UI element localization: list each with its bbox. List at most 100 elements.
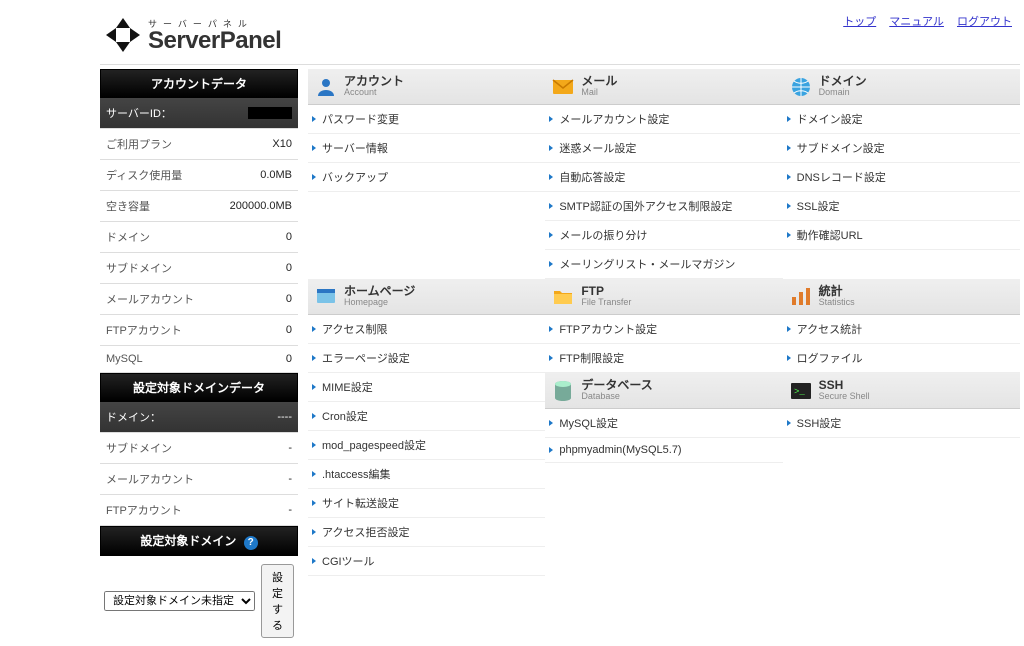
domain-icon: [789, 75, 813, 99]
t-ftp-label: FTPアカウント: [106, 502, 182, 518]
mail-count-value: 0: [286, 293, 292, 305]
ftp-list: FTPアカウント設定FTP制限設定: [545, 315, 782, 373]
menu-item[interactable]: Cron設定: [308, 402, 545, 431]
plan-label: ご利用プラン: [106, 136, 172, 152]
domain-list: ドメイン設定サブドメイン設定DNSレコード設定SSL設定動作確認URL: [783, 105, 1020, 250]
mysql-count-label: MySQL: [106, 353, 143, 365]
category-stats: 統計 Statistics アクセス統計ログファイル: [783, 279, 1020, 373]
menu-item[interactable]: アクセス統計: [783, 315, 1020, 344]
category-homepage: ホームページ Homepage アクセス制限エラーページ設定MIME設定Cron…: [308, 279, 545, 576]
target-domain-data-title: 設定対象ドメインデータ: [100, 373, 298, 402]
db-list: MySQL設定phpmyadmin(MySQL5.7): [545, 409, 782, 463]
menu-item[interactable]: エラーページ設定: [308, 344, 545, 373]
account-list: パスワード変更サーバー情報バックアップ: [308, 105, 545, 192]
ftp-header: FTP File Transfer: [545, 279, 782, 315]
t-ftp-row: FTPアカウント -: [100, 495, 298, 526]
menu-item[interactable]: MIME設定: [308, 373, 545, 402]
menu-item[interactable]: 迷惑メール設定: [545, 134, 782, 163]
domain-header: ドメイン Domain: [783, 69, 1020, 105]
menu-item[interactable]: パスワード変更: [308, 105, 545, 134]
main: アカウント Account パスワード変更サーバー情報バックアップ メール Ma…: [298, 69, 1020, 646]
ftp-count-row: FTPアカウント 0: [100, 315, 298, 346]
stats-icon: [789, 285, 813, 309]
subdomain-count-row: サブドメイン 0: [100, 253, 298, 284]
menu-item[interactable]: .htaccess編集: [308, 460, 545, 489]
menu-item[interactable]: FTP制限設定: [545, 344, 782, 373]
domain-count-value: 0: [286, 231, 292, 243]
target-domain-row: ドメイン： ----: [100, 402, 298, 433]
ftp-count-label: FTPアカウント: [106, 322, 182, 338]
select-domain-title-text: 設定対象ドメイン: [140, 534, 236, 548]
account-header: アカウント Account: [308, 69, 545, 105]
server-id-row: サーバーID：: [100, 98, 298, 129]
menu-item[interactable]: phpmyadmin(MySQL5.7): [545, 438, 782, 463]
ftp-icon: [551, 285, 575, 309]
t-sub-value: -: [288, 442, 292, 454]
stats-header: 統計 Statistics: [783, 279, 1020, 315]
menu-item[interactable]: MySQL設定: [545, 409, 782, 438]
menu-item[interactable]: サブドメイン設定: [783, 134, 1020, 163]
category-account: アカウント Account パスワード変更サーバー情報バックアップ: [308, 69, 545, 279]
menu-item[interactable]: CGIツール: [308, 547, 545, 576]
free-row: 空き容量 200000.0MB: [100, 191, 298, 222]
homepage-list: アクセス制限エラーページ設定MIME設定Cron設定mod_pagespeed設…: [308, 315, 545, 576]
logo-title: ServerPanel: [148, 29, 281, 53]
domain-select[interactable]: 設定対象ドメイン未指定: [104, 591, 255, 611]
menu-item[interactable]: アクセス制限: [308, 315, 545, 344]
menu-item[interactable]: メールの振り分け: [545, 221, 782, 250]
menu-item[interactable]: サイト転送設定: [308, 489, 545, 518]
plan-value: X10: [272, 138, 292, 150]
set-domain-button[interactable]: 設定する: [261, 564, 294, 638]
link-logout[interactable]: ログアウト: [957, 16, 1012, 28]
db-sub: Database: [581, 392, 652, 402]
logo-icon: [104, 16, 142, 57]
menu-item[interactable]: 自動応答設定: [545, 163, 782, 192]
menu-item[interactable]: アクセス拒否設定: [308, 518, 545, 547]
menu-item[interactable]: SMTP認証の国外アクセス制限設定: [545, 192, 782, 221]
ftp-sub: File Transfer: [581, 298, 631, 308]
disk-label: ディスク使用量: [106, 167, 182, 183]
t-sub-label: サブドメイン: [106, 440, 172, 456]
menu-item[interactable]: DNSレコード設定: [783, 163, 1020, 192]
account-data-title: アカウントデータ: [100, 69, 298, 98]
ssh-header: >_ SSH Secure Shell: [783, 373, 1020, 409]
subdomain-count-value: 0: [286, 262, 292, 274]
free-label: 空き容量: [106, 198, 150, 214]
link-manual[interactable]: マニュアル: [889, 16, 944, 28]
help-icon[interactable]: ?: [244, 536, 258, 550]
ftp-count-value: 0: [286, 324, 292, 336]
menu-item[interactable]: ドメイン設定: [783, 105, 1020, 134]
menu-item[interactable]: FTPアカウント設定: [545, 315, 782, 344]
domain-count-label: ドメイン: [106, 229, 150, 245]
db-header: データベース Database: [545, 373, 782, 409]
menu-item[interactable]: SSL設定: [783, 192, 1020, 221]
mail-sub: Mail: [581, 88, 617, 98]
menu-item[interactable]: ログファイル: [783, 344, 1020, 373]
homepage-icon: [314, 285, 338, 309]
mail-list: メールアカウント設定迷惑メール設定自動応答設定SMTP認証の国外アクセス制限設定…: [545, 105, 782, 279]
menu-item[interactable]: SSH設定: [783, 409, 1020, 438]
mysql-count-value: 0: [286, 353, 292, 365]
stats-sub: Statistics: [819, 298, 855, 308]
link-top[interactable]: トップ: [843, 16, 876, 28]
domain-count-row: ドメイン 0: [100, 222, 298, 253]
target-domain-label: ドメイン：: [106, 409, 161, 425]
menu-item[interactable]: 動作確認URL: [783, 221, 1020, 250]
subdomain-count-label: サブドメイン: [106, 260, 172, 276]
menu-item[interactable]: バックアップ: [308, 163, 545, 192]
menu-item[interactable]: mod_pagespeed設定: [308, 431, 545, 460]
disk-row: ディスク使用量 0.0MB: [100, 160, 298, 191]
menu-item[interactable]: メールアカウント設定: [545, 105, 782, 134]
plan-row: ご利用プラン X10: [100, 129, 298, 160]
domain-sub: Domain: [819, 88, 867, 98]
svg-text:>_: >_: [794, 387, 805, 397]
sidebar: アカウントデータ サーバーID： ご利用プラン X10 ディスク使用量 0.0M…: [100, 69, 298, 646]
category-ftp: FTP File Transfer FTPアカウント設定FTP制限設定: [545, 279, 782, 373]
menu-item[interactable]: サーバー情報: [308, 134, 545, 163]
top-links: トップ マニュアル ログアウト: [833, 13, 1012, 29]
menu-item[interactable]: メーリングリスト・メールマガジン: [545, 250, 782, 279]
homepage-header: ホームページ Homepage: [308, 279, 545, 315]
category-domain: ドメイン Domain ドメイン設定サブドメイン設定DNSレコード設定SSL設定…: [783, 69, 1020, 279]
category-db: データベース Database MySQL設定phpmyadmin(MySQL5…: [545, 373, 782, 463]
mail-count-label: メールアカウント: [106, 291, 194, 307]
